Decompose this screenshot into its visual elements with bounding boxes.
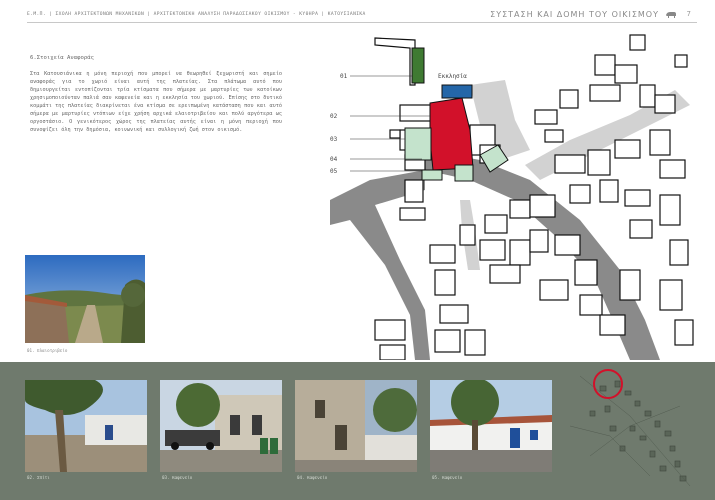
gallery-caption-2: 03. Καφενείο: [162, 475, 193, 480]
header-divider: [27, 22, 697, 23]
page-number: 7: [686, 10, 691, 18]
building-04-highlight: [421, 169, 443, 181]
header-breadcrumb: Ε.Μ.Π. | ΣΧΟΛΗ ΑΡΧΙΤΕΚΤΟΝΩΝ ΜΗΧΑΝΙΚΩΝ | …: [27, 12, 366, 17]
gallery-photo-truck: [160, 380, 282, 472]
gallery-photo-white-house: [430, 380, 552, 472]
church-highlight: [441, 84, 473, 99]
minimap-buildings: [589, 380, 687, 482]
section-title: 6.Στοιχεία Αναφοράς: [30, 55, 94, 61]
page-title: ΣΥΣΤΑΣΗ ΚΑΙ ΔΟΜΗ ΤΟΥ ΟΙΚΙΣΜΟΥ: [490, 10, 659, 19]
marker-02: 02: [330, 113, 338, 120]
olive-press-photo: [25, 255, 145, 343]
building-03-highlight: [404, 127, 432, 161]
gallery-caption-3: 04. Καφενείο: [297, 475, 328, 480]
church-label: Εκκλησία: [438, 72, 467, 80]
gallery-caption-1: 02. Σπίτι: [27, 475, 50, 480]
building-05-highlight: [454, 164, 474, 182]
marker-05: 05: [330, 168, 338, 175]
gallery-photo-house: [25, 380, 147, 472]
main-photo-caption: 01. Ελαιοτριβείο: [27, 348, 68, 353]
settlement-map: Εκκλησία 01 02 03 04 05: [330, 34, 694, 360]
gallery-caption-4: 05. Καφενείο: [432, 475, 463, 480]
section-body: Στα Κατουσιάνικα η μόνη περιοχή που μπορ…: [30, 71, 282, 133]
building-02-highlight: [429, 97, 474, 171]
gallery-photo-street: [295, 380, 417, 472]
marker-03: 03: [330, 136, 338, 143]
animal-logo-icon: [666, 12, 676, 18]
marker-01: 01: [340, 73, 348, 80]
marker-04: 04: [330, 156, 338, 163]
locator-minimap: [570, 369, 691, 487]
building-01-highlight: [411, 47, 425, 84]
